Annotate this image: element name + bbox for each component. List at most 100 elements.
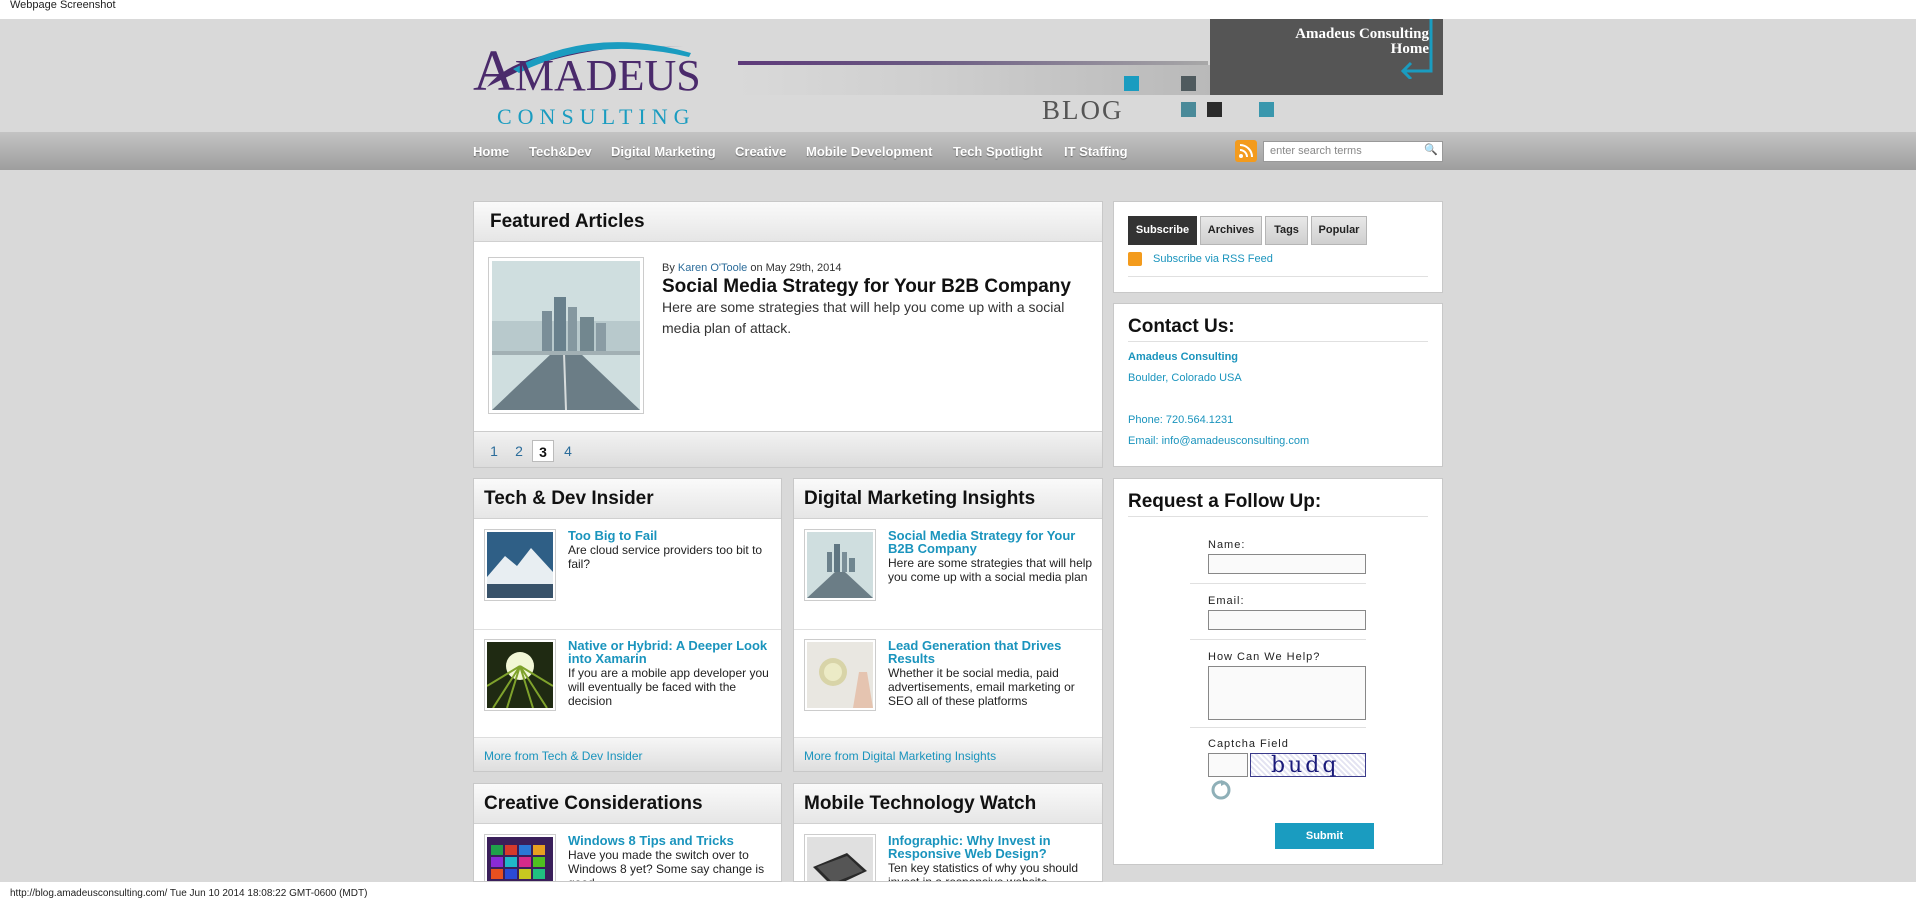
email-field[interactable]: [1208, 610, 1366, 630]
form-divider: [1190, 583, 1366, 584]
digital-panel: Digital Marketing Insights Social Media …: [793, 478, 1103, 772]
followup-divider: [1128, 516, 1428, 517]
help-textarea[interactable]: [1208, 666, 1366, 720]
page-3[interactable]: 3: [532, 440, 554, 462]
form-divider: [1190, 639, 1366, 640]
digital-item-2-desc: Whether it be social media, paid adverti…: [888, 666, 1075, 708]
submit-button[interactable]: Submit: [1275, 823, 1374, 849]
nav-digital-marketing[interactable]: Digital Marketing: [611, 144, 716, 159]
captcha-label: Captcha Field: [1208, 738, 1289, 750]
digital-thumb-1[interactable]: [804, 529, 876, 601]
featured-panel: Featured Articles By Karen O'Toole on Ma…: [473, 201, 1103, 468]
rss-small-icon[interactable]: [1128, 252, 1142, 266]
featured-heading: Featured Articles: [474, 202, 1102, 242]
techdev-more-link[interactable]: More from Tech & Dev Insider: [474, 737, 781, 771]
contact-divider: [1128, 341, 1428, 342]
contact-email[interactable]: Email: info@amadeusconsulting.com: [1128, 435, 1309, 447]
mobile-panel: Mobile Technology Watch Infographic: Why…: [793, 783, 1103, 882]
featured-byline: By Karen O'Toole on May 29th, 2014: [662, 262, 842, 274]
captcha-text: budq: [1271, 753, 1340, 778]
contact-location: Boulder, Colorado USA: [1128, 372, 1242, 384]
refresh-icon[interactable]: [1210, 779, 1232, 801]
page-4[interactable]: 4: [557, 440, 579, 462]
mobile-thumb-1[interactable]: [804, 834, 876, 881]
contact-heading: Contact Us:: [1128, 316, 1235, 337]
window-title: Webpage Screenshot: [0, 0, 1916, 19]
creative-thumb-1[interactable]: [484, 834, 556, 881]
mobile-heading: Mobile Technology Watch: [794, 784, 1102, 824]
deco-square: [1181, 76, 1196, 91]
main-nav: Home Tech&Dev Digital Marketing Creative…: [0, 132, 1916, 170]
featured-title[interactable]: Social Media Strategy for Your B2B Compa…: [662, 276, 1071, 298]
techdev-thumb-2[interactable]: [484, 639, 556, 711]
nav-techdev[interactable]: Tech&Dev: [529, 144, 592, 159]
deco-square: [1181, 102, 1196, 117]
techdev-panel: Tech & Dev Insider Too Big to Fail Are c…: [473, 478, 782, 772]
digital-item-2-title[interactable]: Lead Generation that Drives Results: [888, 639, 1093, 665]
techdev-item-2-desc: If you are a mobile app developer you wi…: [568, 666, 769, 708]
captcha-input[interactable]: [1208, 753, 1248, 777]
city-photo: [492, 261, 640, 411]
return-arrow-icon: [1400, 19, 1433, 79]
techdev-thumb-1[interactable]: [484, 529, 556, 601]
contact-phone[interactable]: Phone: 720.564.1231: [1128, 414, 1233, 426]
digital-thumb-2[interactable]: [804, 639, 876, 711]
digital-item-1-desc: Here are some strategies that will help …: [888, 556, 1093, 584]
blog-title: BLOG: [1042, 95, 1124, 125]
creative-panel: Creative Considerations Windows 8 Tips a…: [473, 783, 782, 882]
creative-item-1-desc: Have you made the switch over to Windows…: [568, 848, 765, 881]
logo-word: AMADEUS: [473, 38, 701, 103]
featured-image[interactable]: [488, 257, 644, 414]
mobile-item-1-title[interactable]: Infographic: Why Invest in Responsive We…: [888, 834, 1093, 860]
email-label: Email:: [1208, 595, 1245, 607]
rss-icon[interactable]: [1235, 140, 1257, 162]
nav-creative[interactable]: Creative: [735, 144, 786, 159]
digital-more-link[interactable]: More from Digital Marketing Insights: [794, 737, 1102, 771]
page-1[interactable]: 1: [483, 440, 505, 462]
techdev-heading: Tech & Dev Insider: [474, 479, 781, 519]
subscribe-divider: [1128, 276, 1428, 277]
featured-pager: 1 2 3 4: [474, 431, 1102, 467]
digital-heading: Digital Marketing Insights: [794, 479, 1102, 519]
contact-company: Amadeus Consulting: [1128, 351, 1239, 363]
followup-panel: Request a Follow Up: Name: Email: How Ca…: [1113, 478, 1443, 865]
digital-divider: [794, 629, 1102, 630]
help-label: How Can We Help?: [1208, 651, 1321, 663]
nav-it-staffing[interactable]: IT Staffing: [1064, 144, 1128, 159]
mobile-item-1-desc: Ten key statistics of why you should inv…: [888, 861, 1079, 882]
name-label: Name:: [1208, 539, 1246, 551]
followup-heading: Request a Follow Up:: [1128, 491, 1322, 512]
techdev-item-2-title[interactable]: Native or Hybrid: A Deeper Look into Xam…: [568, 639, 773, 665]
tab-archives[interactable]: Archives: [1200, 216, 1262, 245]
creative-heading: Creative Considerations: [474, 784, 781, 824]
deco-square: [1259, 102, 1274, 117]
author-link[interactable]: Karen O'Toole: [678, 262, 747, 274]
magnifier-icon[interactable]: 🔍: [1424, 143, 1438, 156]
site-logo[interactable]: AMADEUS CONSULTING: [473, 25, 723, 130]
site-header: AMADEUS CONSULTING Amadeus Consulting Ho…: [0, 19, 1916, 132]
status-footer: http://blog.amadeusconsulting.com/ Tue J…: [0, 882, 1916, 900]
header-band: [738, 65, 1210, 95]
deco-square: [1207, 102, 1222, 117]
rss-feed-link[interactable]: Subscribe via RSS Feed: [1153, 253, 1273, 265]
creative-item-1-title[interactable]: Windows 8 Tips and Tricks: [568, 834, 773, 847]
nav-mobile-development[interactable]: Mobile Development: [806, 144, 932, 159]
tab-popular[interactable]: Popular: [1311, 216, 1367, 245]
digital-item-1-title[interactable]: Social Media Strategy for Your B2B Compa…: [888, 529, 1093, 555]
tab-tags[interactable]: Tags: [1265, 216, 1308, 245]
techdev-item-1-desc: Are cloud service providers too bit to f…: [568, 543, 763, 571]
techdev-item-1-title[interactable]: Too Big to Fail: [568, 529, 773, 542]
form-divider: [1190, 727, 1366, 728]
company-home-link[interactable]: Amadeus Consulting Home: [1210, 19, 1443, 95]
tab-subscribe[interactable]: Subscribe: [1128, 216, 1197, 245]
featured-desc: Here are some strategies that will help …: [662, 299, 1065, 336]
name-field[interactable]: [1208, 554, 1366, 574]
search-input[interactable]: enter search terms: [1263, 141, 1443, 162]
contact-panel: Contact Us: Amadeus Consulting Boulder, …: [1113, 303, 1443, 467]
logo-subtitle: CONSULTING: [497, 104, 696, 129]
subscribe-panel: Subscribe Archives Tags Popular Subscrib…: [1113, 201, 1443, 293]
nav-home[interactable]: Home: [473, 144, 509, 159]
page-2[interactable]: 2: [508, 440, 530, 462]
techdev-divider: [474, 629, 781, 630]
nav-tech-spotlight[interactable]: Tech Spotlight: [953, 144, 1042, 159]
